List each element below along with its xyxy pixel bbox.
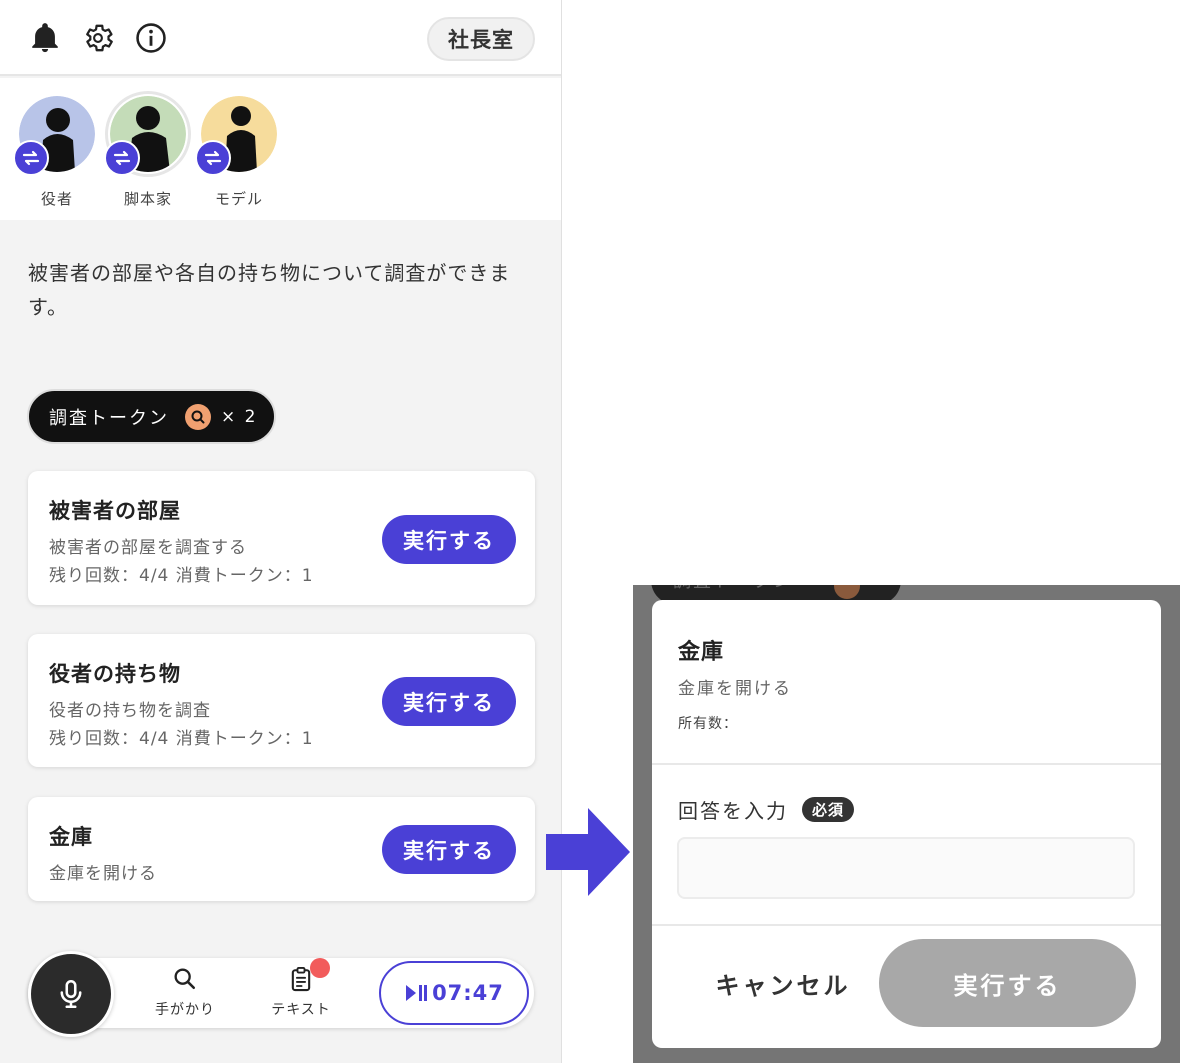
background-token-icon <box>834 585 860 599</box>
character-actor[interactable]: 役者 <box>13 96 103 208</box>
required-badge: 必須 <box>802 797 855 822</box>
nav-text[interactable]: テキスト <box>256 965 346 1019</box>
cancel-button[interactable]: キャンセル <box>678 945 888 1021</box>
divider <box>652 924 1161 926</box>
nav-clues[interactable]: 手がかり <box>140 965 230 1019</box>
execute-button-disabled[interactable]: 実行する <box>879 939 1136 1027</box>
top-bar: 社長室 <box>0 0 561 76</box>
character-name: 役者 <box>40 190 73 208</box>
execute-button[interactable]: 実行する <box>382 677 516 726</box>
dialog-description: 金庫を開ける <box>678 679 792 699</box>
token-count: × 2 <box>221 406 258 427</box>
divider <box>652 763 1161 765</box>
background-token-label: 調査トークン <box>673 585 793 593</box>
answer-label: 回答を入力 <box>678 799 788 823</box>
investigation-card: 金庫 金庫を開ける 実行する <box>28 797 535 901</box>
gear-icon[interactable] <box>80 20 116 56</box>
timer-value: 07:47 <box>432 981 504 1005</box>
card-description: 被害者の部屋を調査する <box>49 538 247 558</box>
character-name: 脚本家 <box>123 190 172 208</box>
card-title: 役者の持ち物 <box>49 662 181 686</box>
modal-overlay: 調査トークン 金庫 金庫を開ける 所有数： 回答を入力 必須 キャンセル 実行す… <box>633 585 1180 1063</box>
card-title: 金庫 <box>49 825 93 849</box>
answer-input[interactable] <box>677 837 1135 899</box>
input-dialog: 金庫 金庫を開ける 所有数： 回答を入力 必須 キャンセル 実行する <box>652 600 1161 1048</box>
swap-icon[interactable] <box>195 140 231 176</box>
game-screen: 社長室 役者 脚本家 モデル 被害者の部屋や各自の持ち物について調査ができます。… <box>0 0 562 1063</box>
token-pill: 調査トークン × 2 <box>27 389 276 444</box>
notification-dot <box>310 958 330 978</box>
timer-button[interactable]: 07:47 <box>379 961 529 1025</box>
card-meta: 残り回数：4/4 消費トークン：1 <box>49 729 314 749</box>
character-name: モデル <box>214 190 263 208</box>
token-label: 調査トークン <box>49 407 169 429</box>
nav-label: テキスト <box>271 1002 331 1018</box>
swap-icon[interactable] <box>13 140 49 176</box>
execute-button[interactable]: 実行する <box>382 515 516 564</box>
intro-text: 被害者の部屋や各自の持ち物について調査ができます。 <box>28 261 511 319</box>
character-model[interactable]: モデル <box>195 96 285 208</box>
dialog-title: 金庫 <box>678 640 725 665</box>
card-meta: 残り回数：4/4 消費トークン：1 <box>49 566 314 586</box>
swap-icon[interactable] <box>104 140 140 176</box>
search-token-icon <box>185 403 211 430</box>
execute-button[interactable]: 実行する <box>382 825 516 874</box>
transition-arrow-icon <box>546 808 630 896</box>
bell-icon[interactable] <box>27 20 63 56</box>
character-bar: 役者 脚本家 モデル <box>0 78 561 220</box>
room-button[interactable]: 社長室 <box>427 17 535 61</box>
owned-count-label: 所有数： <box>678 716 738 732</box>
card-title: 被害者の部屋 <box>49 499 181 523</box>
play-pause-icon <box>406 985 428 1001</box>
character-writer[interactable]: 脚本家 <box>104 91 194 208</box>
investigation-card: 被害者の部屋 被害者の部屋を調査する 残り回数：4/4 消費トークン：1 実行す… <box>28 471 535 605</box>
nav-label: 手がかり <box>155 1002 215 1018</box>
card-description: 金庫を開ける <box>49 864 157 884</box>
microphone-button[interactable] <box>28 951 114 1037</box>
answer-label-row: 回答を入力 必須 <box>678 795 855 824</box>
info-icon[interactable] <box>133 20 169 56</box>
investigation-card: 役者の持ち物 役者の持ち物を調査 残り回数：4/4 消費トークン：1 実行する <box>28 634 535 767</box>
card-description: 役者の持ち物を調査 <box>49 701 211 721</box>
search-icon <box>174 968 196 990</box>
